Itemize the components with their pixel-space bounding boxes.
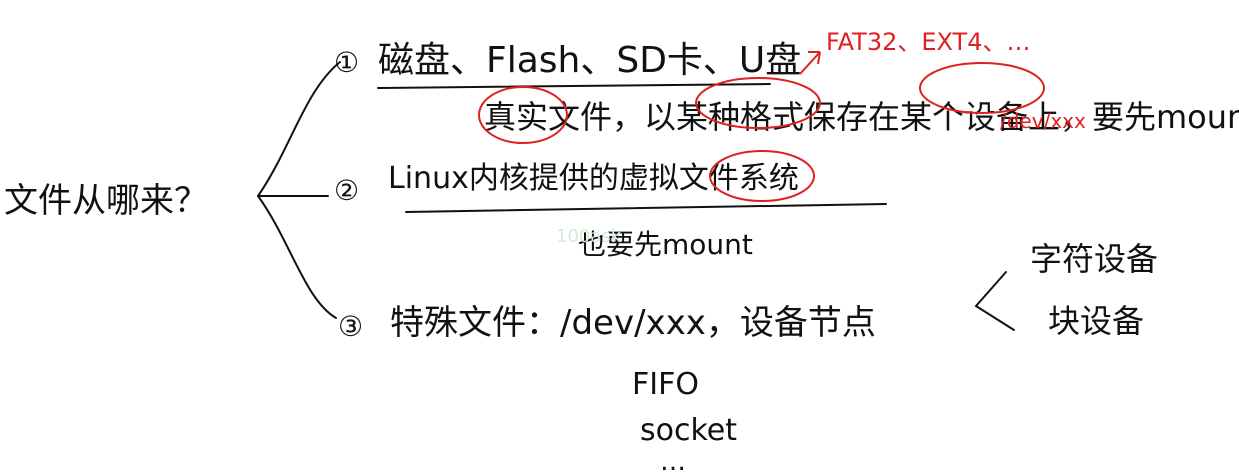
other-type-ellipsis: … xyxy=(660,447,686,475)
root-label: 文件从哪来？ xyxy=(4,181,208,221)
branch-1-title: 磁盘、Flash、SD卡、U盘 xyxy=(378,40,801,81)
branch-2-title: Linux内核提供的虚拟文件系统 xyxy=(388,161,799,196)
branch-2-underline xyxy=(405,203,887,213)
branch-connector-3 xyxy=(257,195,337,319)
branch-connector-1 xyxy=(257,61,341,197)
other-type-socket: socket xyxy=(640,413,737,448)
branch-3-number: ③ xyxy=(338,310,363,343)
watermark: 100ask xyxy=(556,226,622,247)
mind-map-canvas: 文件从哪来？ ① 磁盘、Flash、SD卡、U盘 FAT32、EXT4、… 真实… xyxy=(4,28,1239,475)
format-arrow xyxy=(799,51,821,75)
device-type-block: 块设备 xyxy=(1048,302,1144,340)
device-type-char: 字符设备 xyxy=(1030,240,1158,278)
branch-2-number: ② xyxy=(334,174,359,207)
other-type-fifo: FIFO xyxy=(632,367,699,402)
branch-1-device-annotation: /dev/xxx xyxy=(1000,109,1086,133)
branch-1-format-annotation: FAT32、EXT4、… xyxy=(826,28,1030,56)
branch-1-number: ① xyxy=(334,46,359,79)
device-types-bracket xyxy=(974,271,1015,331)
branch-3-title: 特殊文件：/dev/xxx，设备节点 xyxy=(390,303,876,343)
branch-1-detail: 真实文件，以某种格式保存在某个设备上，要先mount xyxy=(484,98,1239,136)
